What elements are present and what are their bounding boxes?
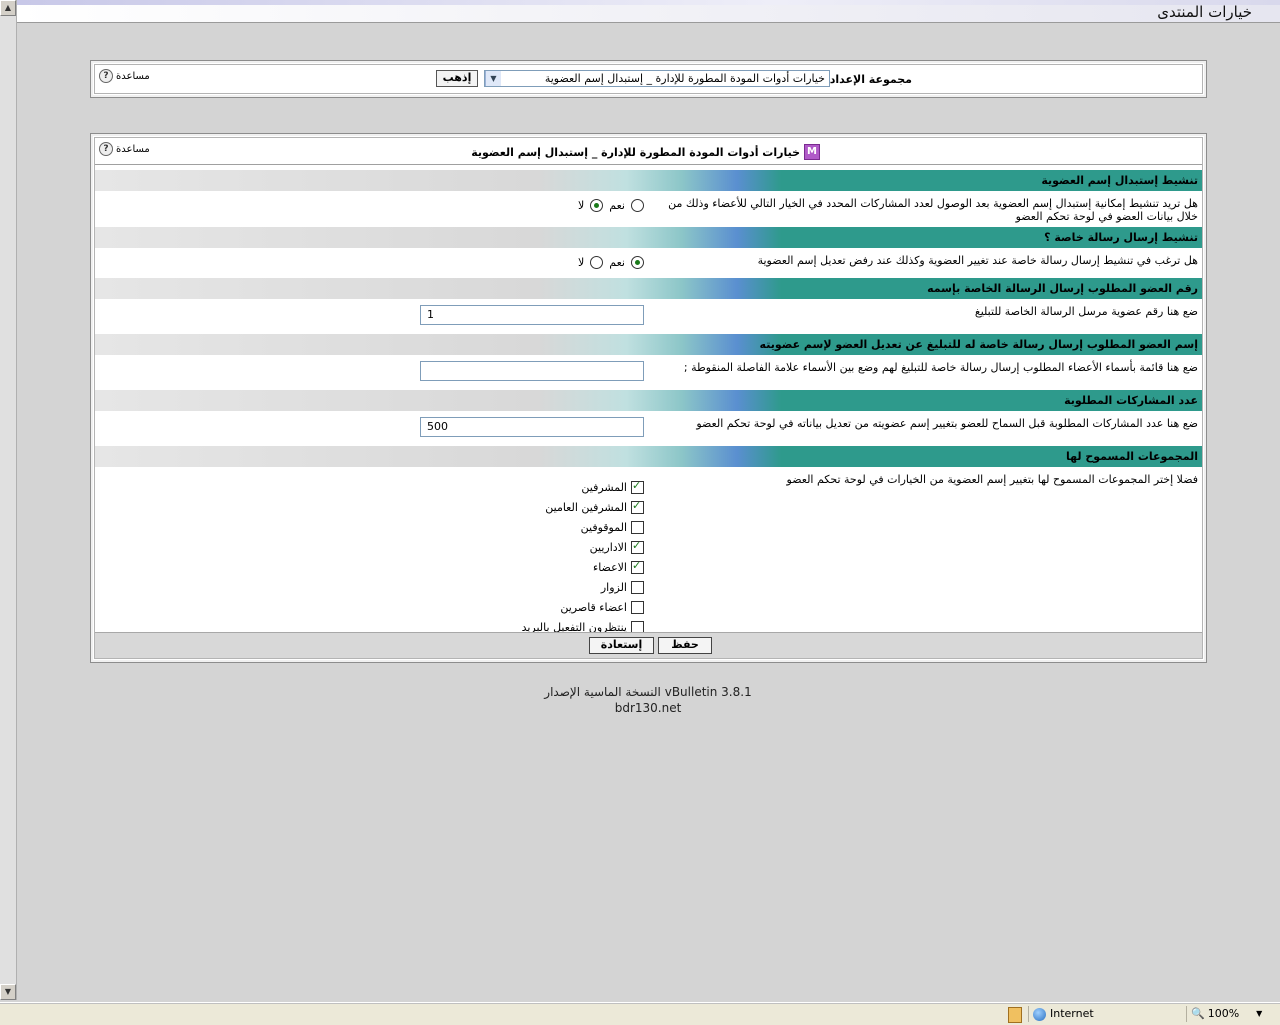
yes-no-radio-group: نعم لا xyxy=(578,256,644,269)
version-text: النسخة الماسية الإصدار vBulletin 3.8.1 xyxy=(544,685,752,699)
group-checkbox[interactable] xyxy=(631,539,644,554)
group-checkbox[interactable] xyxy=(631,520,644,534)
setting-description: ضع هنا قائمة بأسماء الأعضاء المطلوب إرسا… xyxy=(683,361,1198,374)
settings-form-panel-inner: M خيارات أدوات المودة المطورة للإدارة _ … xyxy=(94,137,1203,659)
site-link[interactable]: bdr130.net xyxy=(0,700,1280,716)
vertical-scrollbar[interactable]: ▲ xyxy=(0,0,17,1000)
setting-description: فضلا إختر المجموعات المسموح لها بتغيير إ… xyxy=(786,473,1198,486)
group-label: الاعضاء xyxy=(593,560,627,574)
settings-group-selected-value: خيارات أدوات المودة المطورة للإدارة _ إس… xyxy=(544,72,825,85)
radio-yes-label: نعم xyxy=(609,199,625,212)
help-label: مساعدة xyxy=(116,70,150,82)
section-title: رقم العضو المطلوب إرسال الرسالة الخاصة ب… xyxy=(927,282,1198,295)
section-header-allowed-groups: المجموعات المسموح لها xyxy=(95,446,1202,467)
group-label: المشرفين العامين xyxy=(545,500,627,514)
group-checkbox-item[interactable]: اعضاء قاصرين xyxy=(522,597,644,617)
setting-row-required-posts: ضع هنا عدد المشاركات المطلوبة قبل السماح… xyxy=(95,411,1202,446)
zoom-control[interactable]: 🔍 100% ▼ xyxy=(1186,1006,1280,1022)
setting-description: ضع هنا عدد المشاركات المطلوبة قبل السماح… xyxy=(696,417,1198,430)
settings-group-label: مجموعة الإعداد xyxy=(829,73,912,86)
settings-group-panel-inner: مساعدة ? مجموعة الإعداد خيارات أدوات الم… xyxy=(94,64,1203,94)
m-logo-icon: M xyxy=(804,144,820,160)
setting-description: هل ترغب في تنشيط إرسال رسالة خاصة عند تغ… xyxy=(757,254,1198,267)
radio-yes[interactable] xyxy=(631,199,644,212)
browser-status-bar: Internet 🔍 100% ▼ xyxy=(0,1002,1280,1025)
yes-no-radio-group: نعم لا xyxy=(578,199,644,212)
section-header-notify-members: إسم العضو المطلوب إرسال رسالة خاصة له لل… xyxy=(95,334,1202,355)
radio-no-label: لا xyxy=(578,199,585,212)
form-help-link[interactable]: مساعدة ? xyxy=(99,142,150,156)
setting-row-activate-rename: هل تريد تنشيط إمكانية إستبدال إسم العضوي… xyxy=(95,191,1202,227)
security-icon xyxy=(1008,1007,1022,1023)
reset-button[interactable]: إستعادة xyxy=(589,637,654,654)
zone-label: Internet xyxy=(1050,1007,1094,1020)
copyright: النسخة الماسية الإصدار vBulletin 3.8.1 b… xyxy=(0,684,1280,716)
group-checkbox-item[interactable]: الموقوفين xyxy=(522,517,644,537)
settings-form-panel: M خيارات أدوات المودة المطورة للإدارة _ … xyxy=(90,133,1207,663)
group-checkbox-item[interactable]: الاعضاء xyxy=(522,557,644,577)
radio-no[interactable] xyxy=(590,199,604,212)
radio-no-label: لا xyxy=(578,256,585,269)
form-title: M خيارات أدوات المودة المطورة للإدارة _ … xyxy=(471,144,820,160)
security-zone: Internet xyxy=(1028,1006,1183,1022)
form-title-text: خيارات أدوات المودة المطورة للإدارة _ إس… xyxy=(471,145,800,159)
help-label: مساعدة xyxy=(116,143,150,155)
group-label: الاداريين xyxy=(589,540,627,554)
setting-row-notify-members: ضع هنا قائمة بأسماء الأعضاء المطلوب إرسا… xyxy=(95,355,1202,390)
section-title: تنشيط إستبدال إسم العضوية xyxy=(1041,174,1198,187)
radio-yes-label: نعم xyxy=(609,256,625,269)
chevron-down-icon[interactable]: ▼ xyxy=(1256,1006,1262,1022)
scroll-down-button[interactable]: ▼ xyxy=(0,984,16,1000)
group-checkbox-item[interactable]: الاداريين xyxy=(522,537,644,557)
settings-group-select[interactable]: خيارات أدوات المودة المطورة للإدارة _ إس… xyxy=(484,70,830,87)
group-label: الزوار xyxy=(600,580,627,594)
group-checkbox[interactable] xyxy=(631,559,644,574)
form-footer: حفظ إستعادة xyxy=(95,632,1202,658)
scroll-up-button[interactable]: ▲ xyxy=(0,0,16,16)
radio-yes[interactable] xyxy=(631,256,644,269)
setting-row-allowed-groups: فضلا إختر المجموعات المسموح لها بتغيير إ… xyxy=(95,467,1202,637)
section-header-required-posts: عدد المشاركات المطلوبة xyxy=(95,390,1202,411)
section-header-activate-rename: تنشيط إستبدال إسم العضوية xyxy=(95,170,1202,191)
setting-row-activate-pm: هل ترغب في تنشيط إرسال رسالة خاصة عند تغ… xyxy=(95,248,1202,278)
setting-row-pm-sender: ضع هنا رقم عضوية مرسل الرسالة الخاصة للت… xyxy=(95,299,1202,334)
group-checkbox-item[interactable]: الزوار xyxy=(522,577,644,597)
pm-sender-id-input[interactable]: 1 xyxy=(420,305,644,325)
section-title: تنشيط إرسال رسالة خاصة ؟ xyxy=(1044,231,1198,244)
page-title: خيارات المنتدى xyxy=(1157,3,1252,21)
group-checkbox[interactable] xyxy=(631,479,644,494)
group-checkbox[interactable] xyxy=(631,580,644,594)
save-button[interactable]: حفظ xyxy=(658,637,712,654)
setting-description: هل تريد تنشيط إمكانية إستبدال إسم العضوي… xyxy=(668,197,1198,223)
allowed-groups-checklist: المشرفين المشرفين العامين الموقوفين الاد… xyxy=(522,477,644,637)
notify-members-input[interactable] xyxy=(420,361,644,381)
question-circle-icon: ? xyxy=(99,142,113,156)
group-checkbox[interactable] xyxy=(631,499,644,514)
group-label: المشرفين xyxy=(581,480,627,494)
chevron-down-icon[interactable]: ▼ xyxy=(485,71,501,86)
group-checkbox-item[interactable]: المشرفين xyxy=(522,477,644,497)
section-title: المجموعات المسموح لها xyxy=(1065,450,1198,463)
group-checkbox-item[interactable]: المشرفين العامين xyxy=(522,497,644,517)
question-circle-icon: ? xyxy=(99,69,113,83)
settings-group-panel: مساعدة ? مجموعة الإعداد خيارات أدوات الم… xyxy=(90,60,1207,98)
group-label: اعضاء قاصرين xyxy=(560,600,627,614)
group-checkbox[interactable] xyxy=(631,600,644,614)
section-header-activate-pm: تنشيط إرسال رسالة خاصة ؟ xyxy=(95,227,1202,248)
help-link[interactable]: مساعدة ? xyxy=(99,69,150,83)
title-strip: خيارات المنتدى xyxy=(17,0,1280,23)
magnifier-icon: 🔍 xyxy=(1191,1007,1205,1020)
form-header: M خيارات أدوات المودة المطورة للإدارة _ … xyxy=(95,138,1202,165)
globe-icon xyxy=(1033,1007,1046,1021)
section-title: عدد المشاركات المطلوبة xyxy=(1064,394,1198,407)
required-posts-input[interactable]: 500 xyxy=(420,417,644,437)
radio-no[interactable] xyxy=(590,256,604,269)
zoom-level: 100% xyxy=(1207,1007,1240,1020)
group-label: الموقوفين xyxy=(580,520,627,534)
section-title: إسم العضو المطلوب إرسال رسالة خاصة له لل… xyxy=(759,338,1198,351)
go-button[interactable]: إذهب xyxy=(436,70,478,87)
title-strip-decoration xyxy=(17,0,1280,5)
setting-description: ضع هنا رقم عضوية مرسل الرسالة الخاصة للت… xyxy=(974,305,1198,318)
section-header-pm-sender: رقم العضو المطلوب إرسال الرسالة الخاصة ب… xyxy=(95,278,1202,299)
